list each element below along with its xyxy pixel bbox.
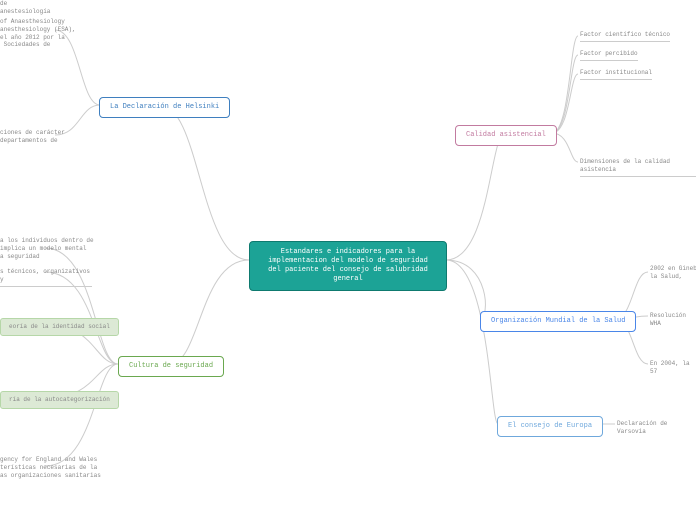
leaf-helsinki-low: ciones de carácter departamentos de <box>0 129 60 145</box>
leaf-seg-ident[interactable]: eoría de la identidad social <box>0 318 119 336</box>
leaf-helsinki-mid: of Anaesthesiology anesthesiology (ESA),… <box>0 18 80 49</box>
leaf-cal-f1: Factor científico técnico <box>580 31 670 42</box>
leaf-consejo-d1: Declaración de Varsovia <box>617 420 696 436</box>
leaf-oms-g2: Resolución WHA <box>650 312 696 328</box>
node-calidad[interactable]: Calidad asistencial <box>455 125 557 146</box>
leaf-helsinki-top: de anestesiología <box>0 0 60 16</box>
leaf-cal-f2: Factor percibido <box>580 50 638 61</box>
node-helsinki-label: La Declaración de Helsinki <box>110 103 219 111</box>
leaf-oms-g1: 2002 en Ginebra la Salud, <box>650 265 696 281</box>
root-title: Estandares e indicadores para la impleme… <box>268 248 428 283</box>
node-oms-label: Organización Mundial de la Salud <box>491 317 625 325</box>
node-helsinki[interactable]: La Declaración de Helsinki <box>99 97 230 118</box>
leaf-cal-dim: Dimensiones de la calidad asistencia <box>580 158 696 177</box>
leaf-seg-autocat[interactable]: ría de la autocategorización <box>0 391 119 409</box>
node-consejo[interactable]: El consejo de Europa <box>497 416 603 437</box>
leaf-cal-f3: Factor institucional <box>580 69 652 80</box>
node-consejo-label: El consejo de Europa <box>508 422 592 430</box>
node-seguridad-label: Cultura de seguridad <box>129 362 213 370</box>
node-calidad-label: Calidad asistencial <box>466 131 546 139</box>
node-seguridad[interactable]: Cultura de seguridad <box>118 356 224 377</box>
leaf-seg-org: s técnicos, organizativos y <box>0 268 92 287</box>
node-oms[interactable]: Organización Mundial de la Salud <box>480 311 636 332</box>
leaf-seg-low: gency for England and Wales terísticas n… <box>0 456 95 479</box>
root-node[interactable]: Estandares e indicadores para la impleme… <box>249 241 447 291</box>
leaf-seg-top: a los individuos dentro de implica un mo… <box>0 237 90 260</box>
leaf-oms-g3: En 2004, la 57 <box>650 360 696 376</box>
